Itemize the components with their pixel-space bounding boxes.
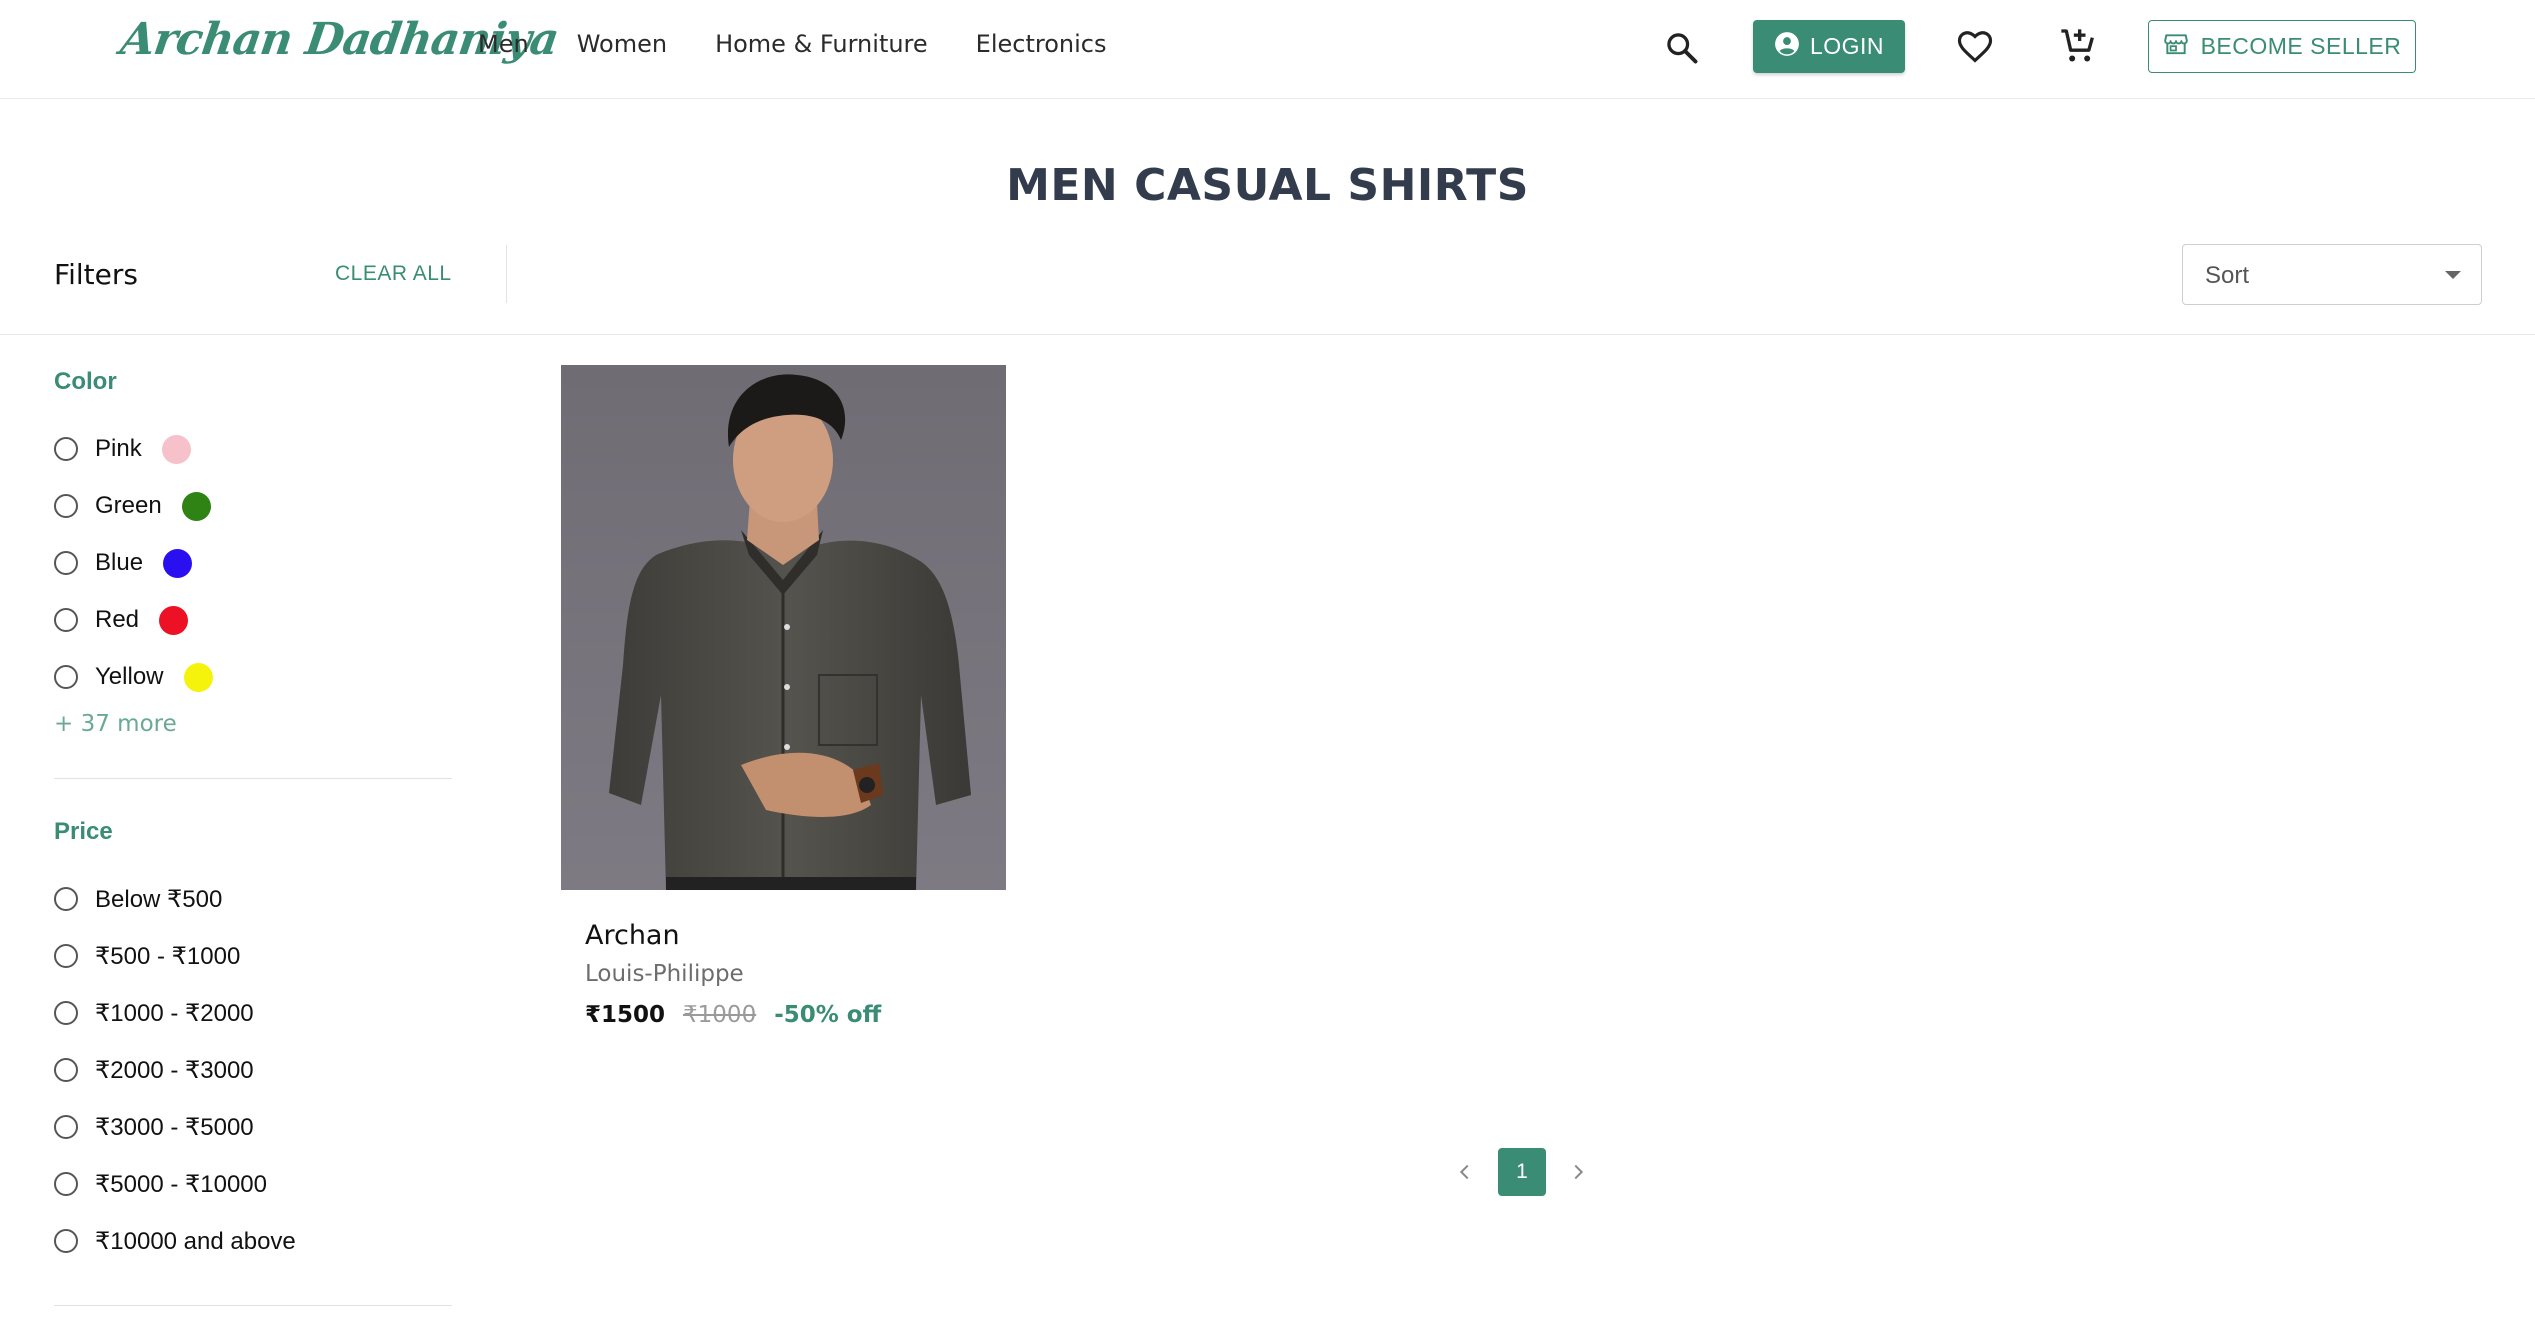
color-option-green[interactable]: Green [54, 489, 211, 523]
color-option-label: Green [95, 492, 162, 519]
color-swatch [181, 491, 211, 521]
nav-item-home-furniture[interactable]: Home & Furniture [715, 30, 928, 58]
color-option-red[interactable]: Red [54, 603, 189, 637]
page-title: MEN CASUAL SHIRTS [1006, 160, 1529, 211]
product-image[interactable] [561, 365, 1006, 890]
color-swatch [161, 434, 191, 464]
chevron-right-icon[interactable] [1560, 1154, 1596, 1190]
radio-button[interactable] [54, 437, 78, 461]
price-option-label: ₹500 - ₹1000 [95, 942, 241, 970]
radio-button[interactable] [54, 887, 78, 911]
radio-button[interactable] [54, 494, 78, 518]
price-option-label: ₹10000 and above [95, 1227, 296, 1255]
price-option[interactable]: ₹2000 - ₹3000 [54, 1053, 254, 1087]
main-nav: Men Women Home & Furniture Electronics [478, 30, 1106, 58]
color-option-label: Red [95, 606, 140, 633]
product-title: Archan [585, 920, 680, 951]
login-button[interactable]: LOGIN [1753, 20, 1905, 73]
radio-button[interactable] [54, 608, 78, 632]
account-circle-icon [1774, 31, 1800, 63]
radio-button[interactable] [54, 944, 78, 968]
nav-item-men[interactable]: Men [478, 30, 529, 58]
product-price-row: ₹1500 ₹1000 -50% off [585, 1002, 881, 1028]
sidebar-divider [54, 1305, 452, 1306]
become-seller-button[interactable]: BECOME SELLER [2148, 20, 2416, 73]
color-swatch [159, 605, 189, 635]
color-swatch [163, 548, 193, 578]
heart-icon[interactable] [1952, 24, 1998, 70]
radio-button[interactable] [54, 1058, 78, 1082]
more-colors-link[interactable]: + 37 more [54, 711, 177, 737]
nav-item-women[interactable]: Women [577, 30, 667, 58]
top-header: Archan Dadhaniya Men Women Home & Furnit… [0, 0, 2535, 99]
price-filter-title: Price [54, 818, 113, 845]
product-mrp: ₹1000 [683, 1002, 757, 1028]
radio-button[interactable] [54, 1115, 78, 1139]
radio-button[interactable] [54, 665, 78, 689]
color-option-label: Blue [95, 549, 144, 576]
price-option[interactable]: ₹3000 - ₹5000 [54, 1110, 254, 1144]
price-option[interactable]: ₹5000 - ₹10000 [54, 1167, 267, 1201]
filter-bar-divider-horizontal [0, 334, 2535, 335]
radio-button[interactable] [54, 1229, 78, 1253]
product-discount: -50% off [774, 1002, 882, 1028]
radio-button[interactable] [54, 551, 78, 575]
price-option-label: ₹2000 - ₹3000 [95, 1056, 254, 1084]
color-swatch [183, 662, 213, 692]
nav-item-electronics[interactable]: Electronics [976, 30, 1107, 58]
caret-down-icon [2445, 271, 2461, 279]
price-option[interactable]: ₹500 - ₹1000 [54, 939, 240, 973]
price-option-label: ₹3000 - ₹5000 [95, 1113, 254, 1141]
clear-all-button[interactable]: CLEAR ALL [335, 262, 452, 286]
product-brand: Louis-Philippe [585, 961, 744, 987]
price-option[interactable]: ₹10000 and above [54, 1224, 296, 1258]
radio-button[interactable] [54, 1172, 78, 1196]
color-option-yellow[interactable]: Yellow [54, 660, 213, 694]
product-card[interactable]: Archan Louis-Philippe ₹1500 ₹1000 -50% o… [561, 365, 1006, 1045]
add-to-cart-icon[interactable] [2054, 22, 2102, 70]
price-option[interactable]: Below ₹500 [54, 882, 222, 916]
price-option-label: Below ₹500 [95, 885, 223, 913]
filter-bar-divider [506, 245, 507, 303]
sidebar-divider [54, 778, 452, 779]
storefront-icon [2163, 31, 2189, 63]
color-option-pink[interactable]: Pink [54, 432, 191, 466]
color-option-blue[interactable]: Blue [54, 546, 193, 580]
radio-button[interactable] [54, 1001, 78, 1025]
pagination-page-current[interactable]: 1 [1498, 1148, 1546, 1196]
login-label: LOGIN [1809, 33, 1885, 59]
sort-select[interactable]: Sort [2182, 244, 2482, 305]
become-seller-label: BECOME SELLER [2200, 33, 2402, 59]
search-icon[interactable] [1660, 26, 1704, 70]
chevron-left-icon[interactable] [1447, 1154, 1483, 1190]
color-option-label: Yellow [95, 663, 164, 690]
price-option-label: ₹1000 - ₹2000 [95, 999, 254, 1027]
product-price: ₹1500 [585, 1002, 666, 1028]
color-option-label: Pink [95, 435, 142, 462]
color-filter-title: Color [54, 368, 117, 395]
price-option[interactable]: ₹1000 - ₹2000 [54, 996, 254, 1030]
price-option-label: ₹5000 - ₹10000 [95, 1170, 267, 1198]
filters-heading: Filters [54, 258, 138, 291]
sort-placeholder: Sort [2205, 262, 2250, 289]
